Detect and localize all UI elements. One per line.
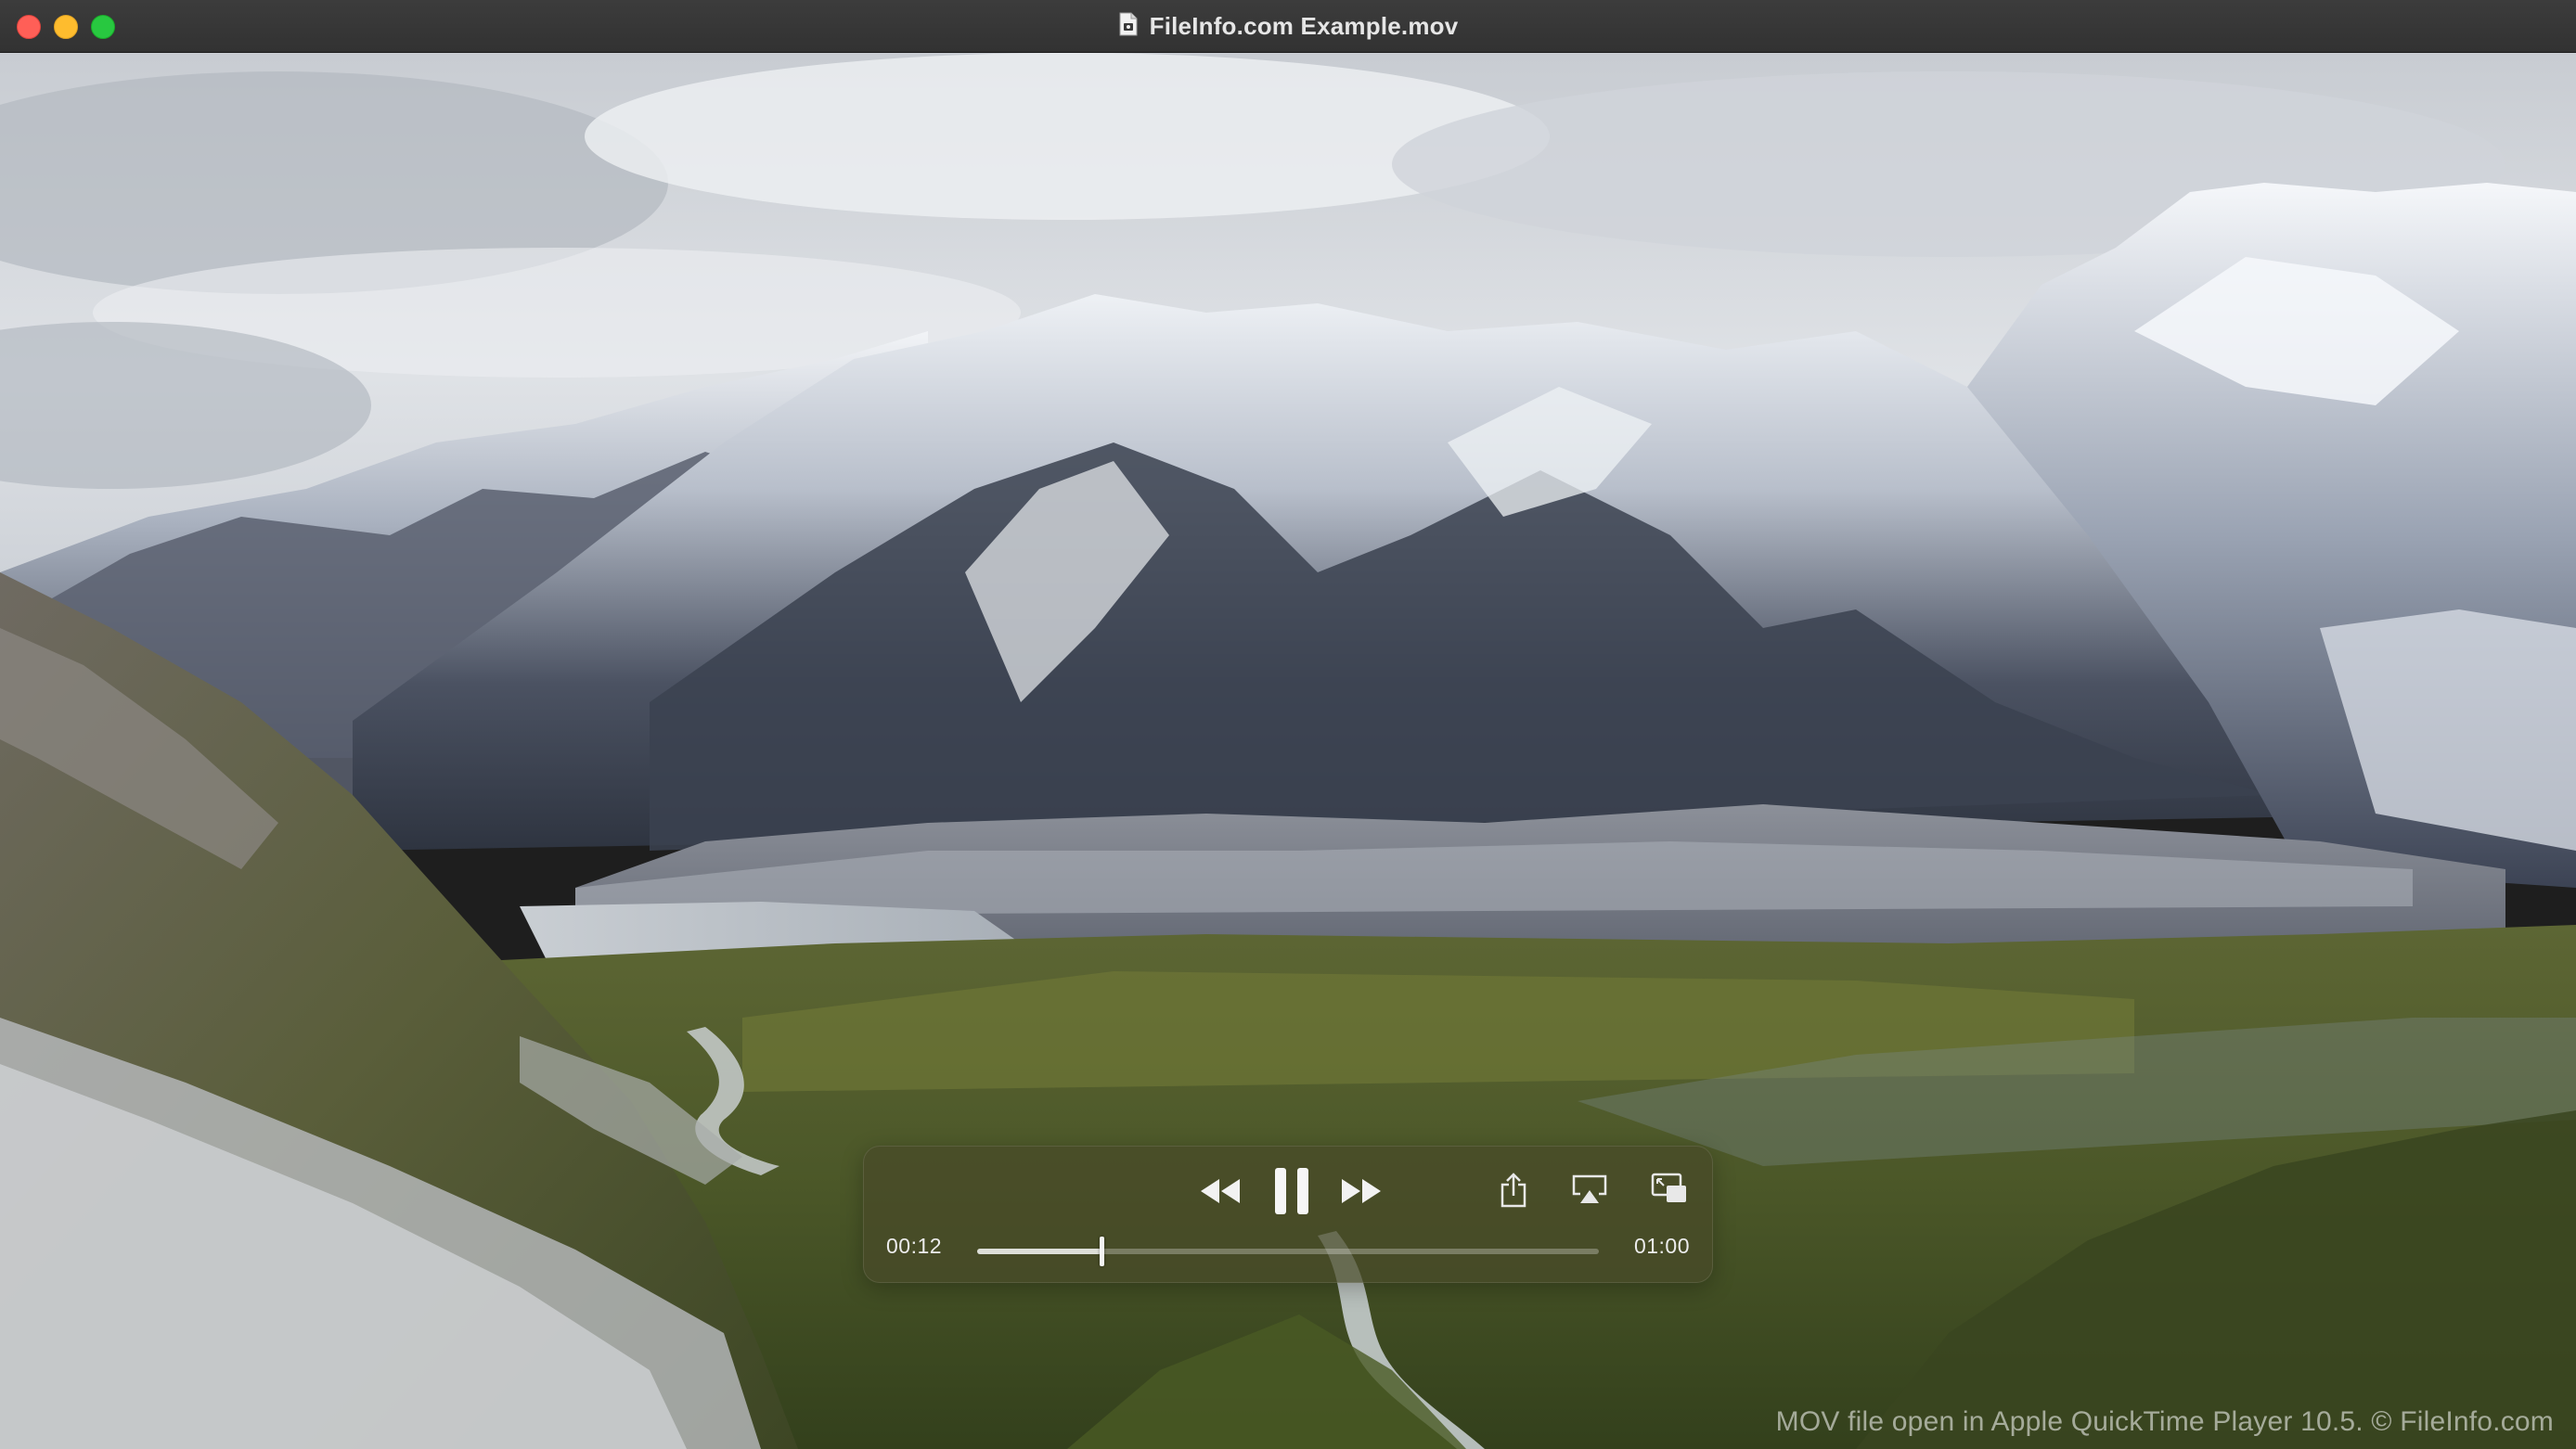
window-title: FileInfo.com Example.mov — [1149, 11, 1459, 40]
rewind-icon — [1201, 1179, 1240, 1203]
video-frame[interactable]: 00:12 01:00 MOV file open in Apple Quick… — [0, 53, 2576, 1449]
fast-forward-icon — [1342, 1179, 1381, 1203]
picture-in-picture-button[interactable] — [1649, 1171, 1690, 1206]
picture-in-picture-icon — [1651, 1173, 1686, 1202]
watermark-caption: MOV file open in Apple QuickTime Player … — [1775, 1406, 2554, 1437]
scrubber-progress — [977, 1249, 1101, 1254]
rewind-button[interactable] — [1196, 1171, 1246, 1212]
pause-button[interactable] — [1269, 1163, 1315, 1219]
share-button[interactable] — [1495, 1169, 1532, 1212]
scrubber-playhead[interactable] — [1100, 1237, 1104, 1266]
airplay-button[interactable] — [1569, 1171, 1610, 1208]
playback-controls: 00:12 01:00 — [863, 1146, 1713, 1283]
title-bar: FileInfo.com Example.mov — [0, 0, 2576, 53]
pause-icon — [1275, 1168, 1308, 1214]
document-icon[interactable] — [1118, 12, 1139, 41]
airplay-icon — [1572, 1174, 1607, 1203]
fast-forward-button[interactable] — [1335, 1171, 1385, 1212]
window-title-group: FileInfo.com Example.mov — [0, 0, 2576, 52]
total-duration: 01:00 — [1633, 1234, 1690, 1258]
elapsed-time: 00:12 — [886, 1234, 943, 1258]
share-icon — [1501, 1173, 1526, 1208]
scrubber-track[interactable] — [977, 1237, 1599, 1266]
